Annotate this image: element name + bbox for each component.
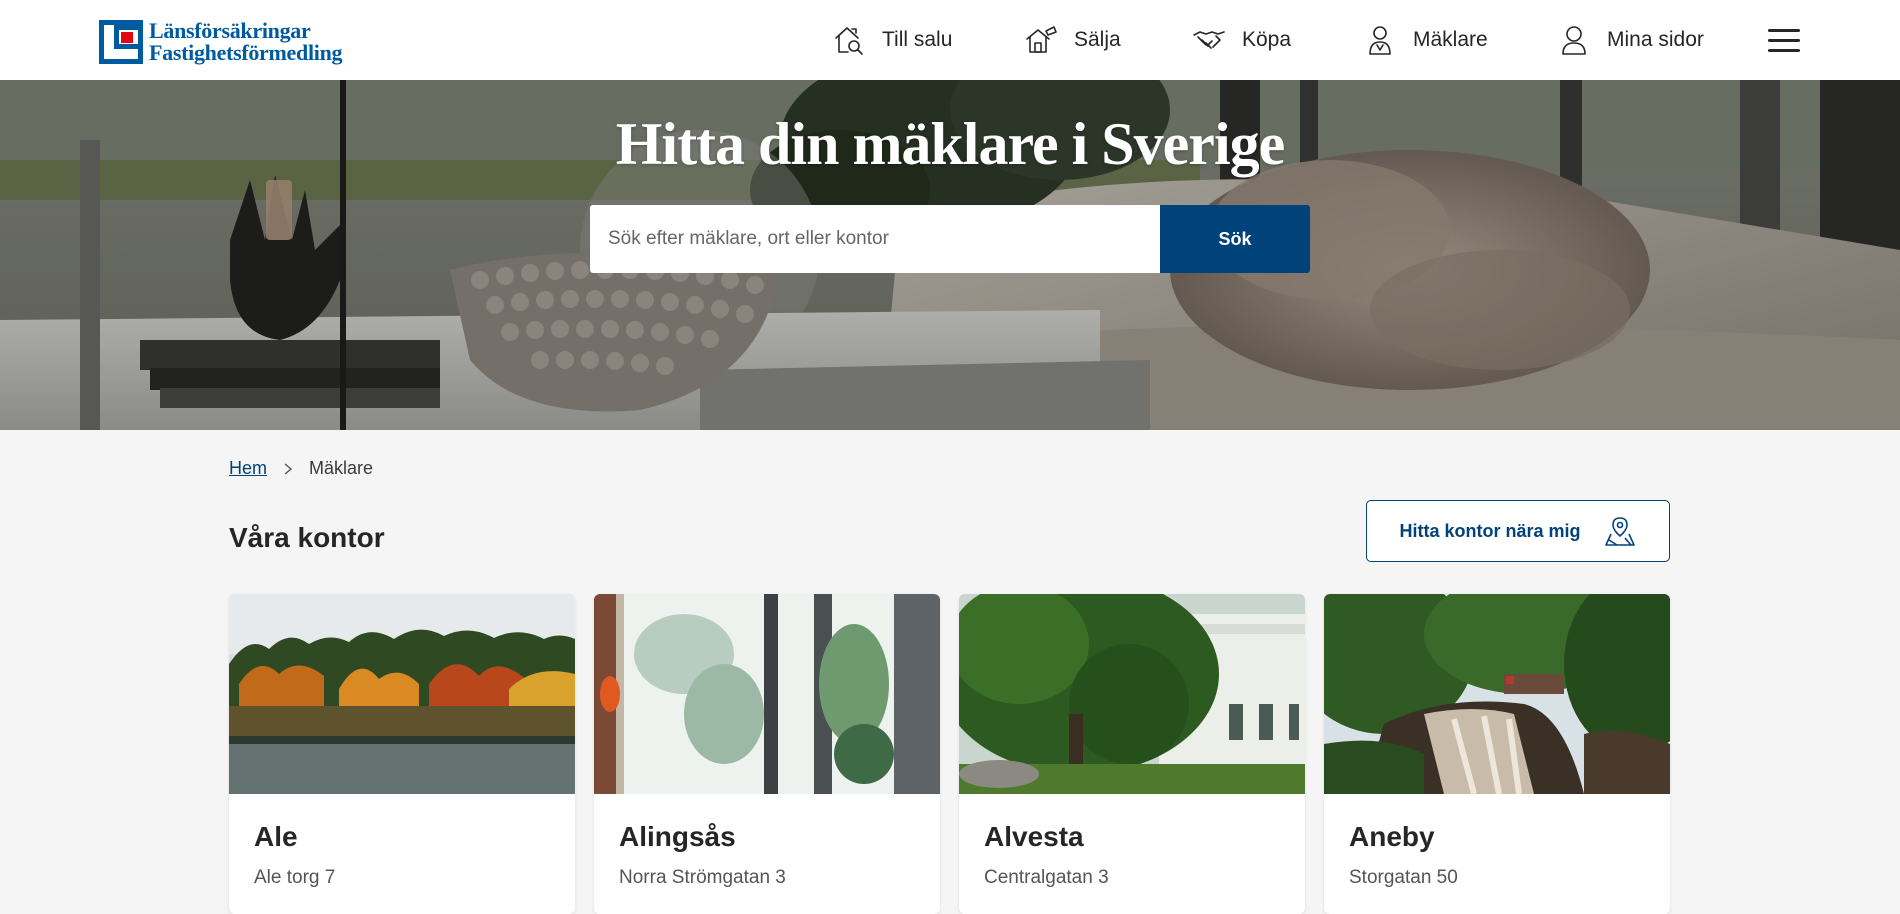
logo-icon	[99, 20, 143, 64]
office-address: Norra Strömgatan 3	[619, 867, 786, 888]
agent-icon	[1369, 26, 1391, 55]
nav-label: Mina sidor	[1607, 28, 1704, 51]
nav-item-kopa[interactable]: Köpa	[1192, 0, 1291, 80]
handshake-icon	[1193, 31, 1225, 49]
hero-title: Hitta din mäklare i Sverige	[615, 111, 1286, 177]
waterfall-forest-photo	[1324, 594, 1670, 794]
user-icon	[1562, 26, 1586, 55]
nav-label: Till salu	[882, 28, 953, 51]
breadcrumb: Hem Mäklare	[229, 458, 373, 479]
nav-item-mina-sidor[interactable]: Mina sidor	[1557, 0, 1704, 80]
nav-label: Köpa	[1242, 28, 1292, 51]
house-sell-icon	[1026, 26, 1057, 53]
nav-item-salja[interactable]: Sälja	[1024, 0, 1121, 80]
search-button[interactable]: Sök	[1160, 205, 1310, 273]
office-card-alingsas[interactable]: Alingsås Norra Strömgatan 3	[594, 594, 940, 914]
find-nearby-office-button[interactable]: Hitta kontor nära mig	[1366, 500, 1670, 562]
brand-name-line2: Fastighetsförmedling	[149, 40, 343, 65]
autumn-lake-photo	[229, 594, 575, 794]
find-nearby-office-label: Hitta kontor nära mig	[1399, 520, 1581, 541]
office-name: Alingsås	[619, 821, 736, 852]
hero-banner: Hitta din mäklare i Sverige Sök	[0, 80, 1900, 430]
office-name: Ale	[254, 821, 298, 852]
site-header: Länsförsäkringar Fastighetsförmedling Ti…	[0, 0, 1900, 81]
nav-label: Sälja	[1074, 28, 1121, 51]
nav-label: Mäklare	[1413, 28, 1488, 51]
brand-name-line1: Länsförsäkringar	[149, 18, 311, 43]
search-bar: Sök	[590, 205, 1310, 273]
office-card-aneby[interactable]: Aneby Storgatan 50	[1324, 594, 1670, 914]
brand-logo[interactable]: Länsförsäkringar Fastighetsförmedling	[99, 17, 343, 67]
office-address: Centralgatan 3	[984, 867, 1109, 888]
map-pin-icon	[1604, 517, 1635, 546]
window-interior-photo	[594, 594, 940, 794]
section-title: Våra kontor	[229, 522, 385, 553]
breadcrumb-current: Mäklare	[309, 458, 374, 478]
chevron-right-icon	[284, 462, 293, 475]
hamburger-menu-icon[interactable]	[1768, 28, 1800, 52]
office-address: Storgatan 50	[1349, 867, 1458, 888]
breadcrumb-home-link[interactable]: Hem	[229, 458, 267, 479]
office-name: Aneby	[1349, 821, 1435, 852]
search-input[interactable]	[590, 205, 1160, 273]
tree-white-building-photo	[959, 594, 1305, 794]
office-address: Ale torg 7	[254, 867, 336, 888]
nav-item-till-salu[interactable]: Till salu	[832, 0, 952, 80]
office-name: Alvesta	[984, 821, 1084, 852]
office-card-ale[interactable]: Ale Ale torg 7	[229, 594, 575, 914]
office-card-alvesta[interactable]: Alvesta Centralgatan 3	[959, 594, 1305, 914]
house-search-icon	[835, 27, 863, 55]
nav-item-maklare[interactable]: Mäklare	[1363, 0, 1488, 80]
brand-name: Länsförsäkringar Fastighetsförmedling	[149, 18, 343, 65]
